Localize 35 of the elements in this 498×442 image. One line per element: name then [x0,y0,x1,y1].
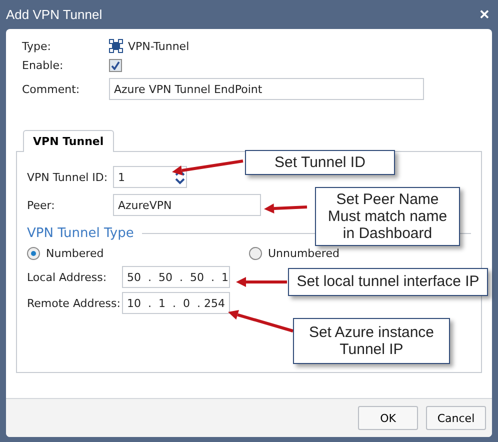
arrow [172,160,244,176]
arrow [264,204,308,214]
field-label: Type: [22,40,52,52]
dialog-button[interactable]: OK [358,406,418,430]
ip-address-field[interactable]: 50 . 50 . 50 . 1 [122,266,230,288]
callout: Set Azure instance Tunnel IP [293,318,450,364]
comment-field[interactable]: Azure VPN Tunnel EndPoint [109,78,424,100]
callout: Set Tunnel ID [245,150,395,175]
radio-option[interactable]: Numbered [27,247,249,260]
dialog-button[interactable]: Cancel [426,406,486,430]
tab[interactable]: VPN Tunnel [23,130,114,152]
field-label: Comment: [22,82,81,96]
peer-field[interactable]: AzureVPN [113,194,261,216]
window-title: Add VPN Tunnel [6,7,102,22]
callout: Set local tunnel interface IP [288,268,488,296]
radio-label: Unnumbered [268,247,340,260]
field-label: Local Address: [27,270,108,284]
ip-address-field[interactable]: 10 . 1 . 0 . 254 [122,292,230,314]
radio-label: Numbered [46,247,104,260]
radio-icon[interactable] [249,247,262,260]
network-node-icon [109,39,123,53]
field-label: VPN Tunnel ID: [27,170,109,184]
close-button[interactable]: ✕ [477,7,492,22]
enable-checkbox[interactable] [109,59,122,72]
arrow [236,277,287,287]
field-label: Enable: [22,59,64,72]
field-label: Remote Address: [27,296,122,310]
radio-icon[interactable] [27,247,40,260]
type-value: VPN-Tunnel [128,40,190,52]
tunnel-id-spinner[interactable]: 1 [113,166,187,188]
callout: Set Peer Name Must match name in Dashboard [315,187,460,246]
field-label: Peer: [27,198,56,212]
radio-option[interactable]: Unnumbered [249,247,471,260]
arrow [228,310,294,332]
section-title: VPN Tunnel Type [27,226,134,241]
